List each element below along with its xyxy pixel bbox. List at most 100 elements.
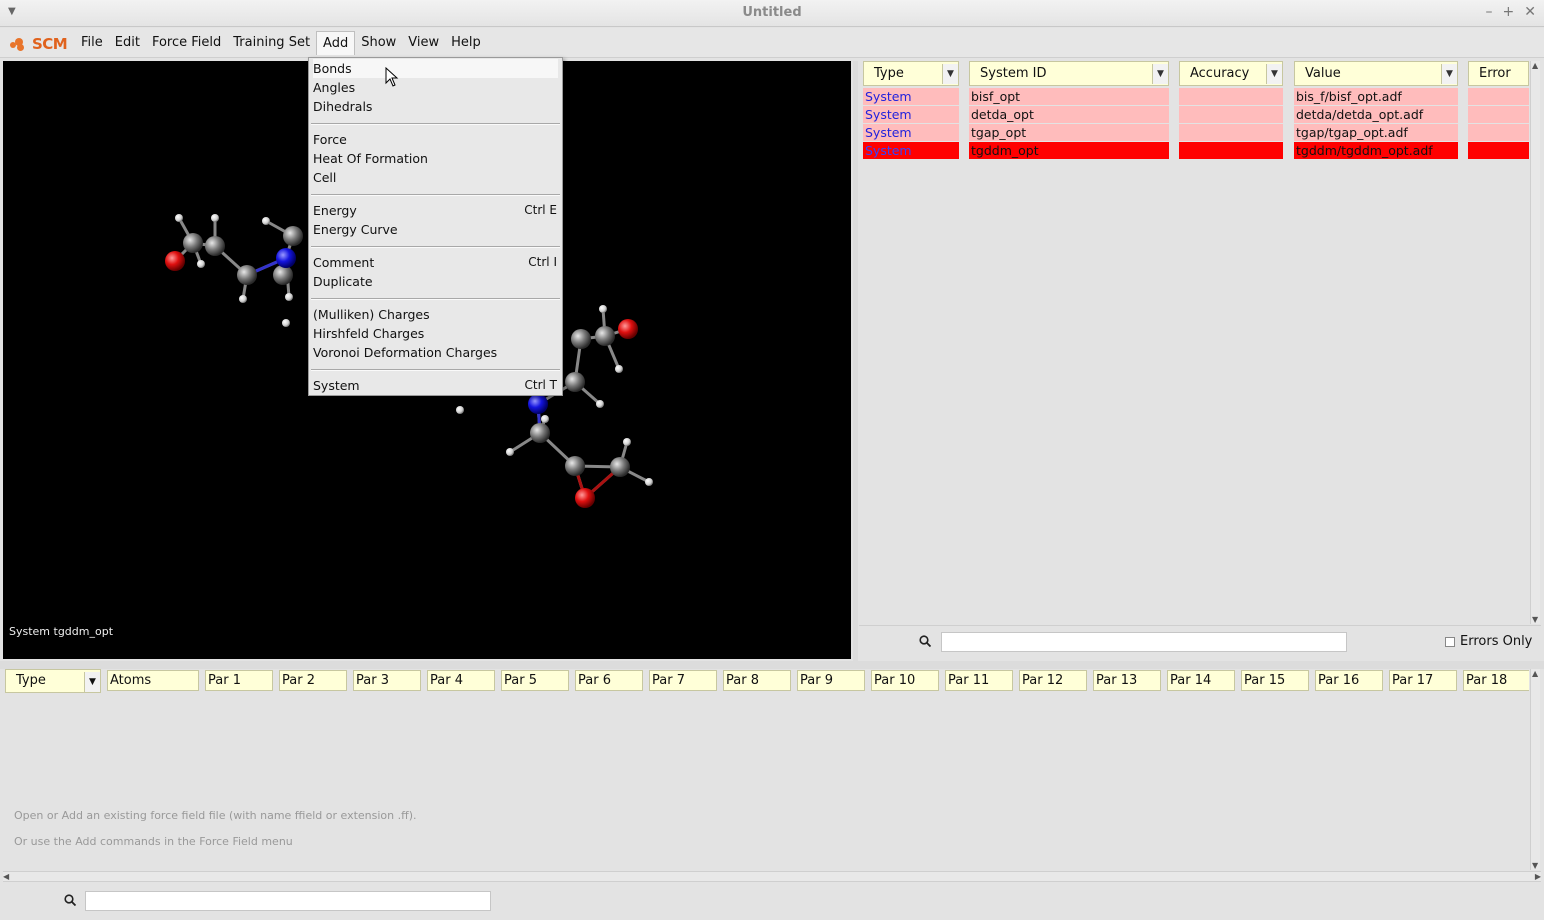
table-cell-accuracy[interactable] — [1179, 88, 1283, 105]
add-menu-mulliken-charges[interactable]: (Mulliken) Charges — [313, 305, 558, 324]
param-column-par-6[interactable]: Par 6 — [575, 670, 643, 691]
table-cell-type[interactable]: System — [863, 106, 959, 123]
menu-item-shortcut: Ctrl E — [524, 203, 557, 217]
table-cell-accuracy[interactable] — [1179, 106, 1283, 123]
param-column-par-4[interactable]: Par 4 — [427, 670, 495, 691]
vertical-splitter[interactable] — [853, 61, 858, 661]
menu-training-set[interactable]: Training Set — [227, 31, 316, 55]
menu-separator — [311, 194, 560, 196]
add-menu-dihedrals[interactable]: Dihedrals — [313, 97, 558, 116]
column-header-label: Type — [874, 66, 904, 81]
param-column-par-17[interactable]: Par 17 — [1389, 670, 1457, 691]
param-column-par-1[interactable]: Par 1 — [205, 670, 273, 691]
param-column-par-5[interactable]: Par 5 — [501, 670, 569, 691]
table-cell-system-id[interactable]: bisf_opt — [969, 88, 1169, 105]
table-cell-value[interactable]: tgddm/tgddm_opt.adf — [1294, 142, 1458, 159]
add-menu-duplicate[interactable]: Duplicate — [313, 272, 558, 291]
param-column-par-16[interactable]: Par 16 — [1315, 670, 1383, 691]
add-menu-comment[interactable]: Comment Ctrl I — [313, 253, 558, 272]
add-menu-system[interactable]: System Ctrl T — [313, 376, 558, 395]
menu-item-label: (Mulliken) Charges — [313, 307, 430, 322]
param-type-select[interactable]: Type ▼ — [5, 669, 101, 693]
table-cell-error[interactable] — [1468, 88, 1529, 105]
menu-separator — [311, 246, 560, 248]
param-column-par-8[interactable]: Par 8 — [723, 670, 791, 691]
chevron-down-icon[interactable]: ▼ — [1266, 64, 1282, 84]
table-cell-system-id[interactable]: tgap_opt — [969, 124, 1169, 141]
close-icon[interactable]: ✕ — [1524, 4, 1536, 20]
hint-open-ff: Open or Add an existing force field file… — [14, 809, 417, 822]
table-cell-type[interactable]: System — [863, 88, 959, 105]
add-menu-energy-curve[interactable]: Energy Curve — [313, 220, 558, 239]
column-header-system-id[interactable]: System ID ▼ — [969, 61, 1169, 86]
param-column-par-3[interactable]: Par 3 — [353, 670, 421, 691]
menu-item-label: Bonds — [313, 61, 352, 76]
horizontal-splitter[interactable] — [0, 661, 1544, 669]
menu-help[interactable]: Help — [445, 31, 487, 55]
table-cell-type[interactable]: System — [863, 124, 959, 141]
menu-add[interactable]: Add — [316, 31, 356, 55]
column-header-label: Accuracy — [1190, 66, 1250, 81]
param-column-par-9[interactable]: Par 9 — [797, 670, 865, 691]
minimize-icon[interactable]: – — [1486, 4, 1493, 20]
param-column-par-13[interactable]: Par 13 — [1093, 670, 1161, 691]
param-search-bar — [0, 884, 1544, 920]
add-menu-cell[interactable]: Cell — [313, 168, 558, 187]
maximize-icon[interactable]: + — [1503, 4, 1515, 20]
table-cell-error[interactable] — [1468, 106, 1529, 123]
viewer-caption: System tgddm_opt — [9, 625, 114, 638]
param-search-input[interactable] — [85, 891, 491, 911]
menu-item-label: Comment — [313, 255, 375, 270]
column-header-label: Error — [1479, 66, 1511, 81]
add-menu-voronoi-deformation-charges[interactable]: Voronoi Deformation Charges — [313, 343, 558, 362]
chevron-down-icon[interactable]: ▼ — [1152, 64, 1168, 84]
menu-file[interactable]: File — [75, 31, 109, 55]
table-cell-value[interactable]: detda/detda_opt.adf — [1294, 106, 1458, 123]
training-search-input[interactable] — [941, 632, 1347, 652]
param-table-scrollbar[interactable]: ▲ ▼ — [1530, 669, 1540, 870]
chevron-down-icon[interactable]: ▼ — [84, 672, 100, 692]
column-header-label: System ID — [980, 66, 1047, 81]
table-cell-type[interactable]: System — [863, 142, 959, 159]
menu-force-field[interactable]: Force Field — [146, 31, 227, 55]
chevron-down-icon[interactable]: ▼ — [1441, 64, 1457, 84]
menu-show[interactable]: Show — [355, 31, 402, 55]
add-menu-bonds[interactable]: Bonds — [313, 59, 558, 78]
param-column-par-15[interactable]: Par 15 — [1241, 670, 1309, 691]
table-cell-value[interactable]: bis_f/bisf_opt.adf — [1294, 88, 1458, 105]
column-header-type[interactable]: Type ▼ — [863, 61, 959, 86]
table-cell-accuracy[interactable] — [1179, 124, 1283, 141]
table-cell-value[interactable]: tgap/tgap_opt.adf — [1294, 124, 1458, 141]
param-column-par-14[interactable]: Par 14 — [1167, 670, 1235, 691]
training-table-scrollbar[interactable]: ▲ ▼ — [1530, 61, 1540, 624]
add-menu-force[interactable]: Force — [313, 130, 558, 149]
table-cell-system-id[interactable]: detda_opt — [969, 106, 1169, 123]
table-cell-accuracy[interactable] — [1179, 142, 1283, 159]
menu-item-label: Heat Of Formation — [313, 151, 428, 166]
column-header-error[interactable]: Error — [1468, 61, 1529, 86]
add-menu-heat-of-formation[interactable]: Heat Of Formation — [313, 149, 558, 168]
param-column-par-12[interactable]: Par 12 — [1019, 670, 1087, 691]
menu-item-label: Angles — [313, 80, 356, 95]
column-header-value[interactable]: Value ▼ — [1294, 61, 1458, 86]
param-column-par-18[interactable]: Par 18 — [1463, 670, 1529, 691]
menu-view[interactable]: View — [402, 31, 445, 55]
add-menu-hirshfeld-charges[interactable]: Hirshfeld Charges — [313, 324, 558, 343]
table-cell-system-id[interactable]: tgddm_opt — [969, 142, 1169, 159]
param-column-par-10[interactable]: Par 10 — [871, 670, 939, 691]
table-cell-error[interactable] — [1468, 142, 1529, 159]
training-set-table: Type ▼ System ID ▼ Accuracy ▼ Value ▼ Error Syste… — [859, 61, 1529, 624]
chevron-down-icon[interactable]: ▼ — [942, 64, 958, 84]
param-column-par-2[interactable]: Par 2 — [279, 670, 347, 691]
column-header-accuracy[interactable]: Accuracy ▼ — [1179, 61, 1283, 86]
param-column-atoms[interactable]: Atoms — [107, 670, 199, 691]
add-menu-angles[interactable]: Angles — [313, 78, 558, 97]
errors-only-checkbox[interactable] — [1445, 637, 1455, 647]
param-column-par-11[interactable]: Par 11 — [945, 670, 1013, 691]
add-menu-energy[interactable]: Energy Ctrl E — [313, 201, 558, 220]
param-table-hscrollbar[interactable]: ◀ ▶ — [3, 871, 1541, 882]
param-column-par-7[interactable]: Par 7 — [649, 670, 717, 691]
table-cell-error[interactable] — [1468, 124, 1529, 141]
menu-edit[interactable]: Edit — [109, 31, 146, 55]
menu-item-label: Force — [313, 132, 347, 147]
